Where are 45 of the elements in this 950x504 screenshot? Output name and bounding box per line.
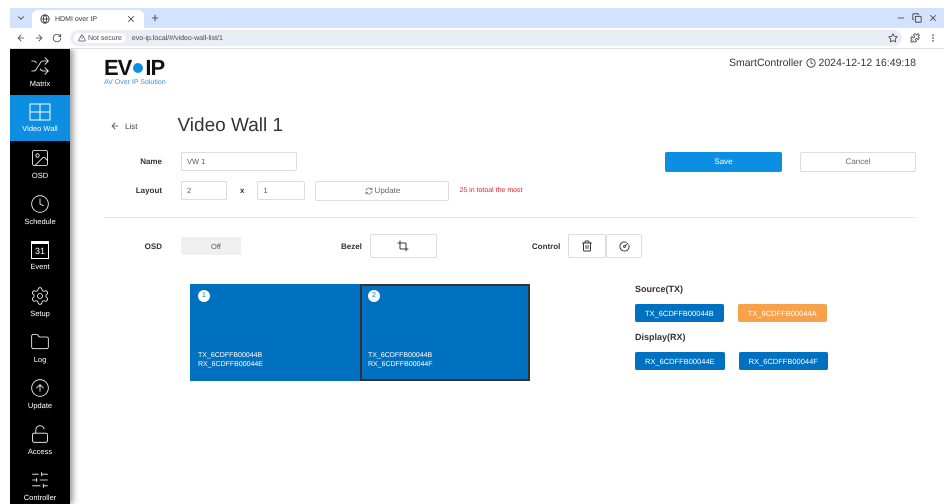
field-label: Name xyxy=(139,157,162,166)
shuffle-icon xyxy=(30,56,50,76)
datetime: 2024-12-12 16:49:18 xyxy=(818,57,916,69)
settings-icon xyxy=(30,286,50,306)
logo: EV IP xyxy=(104,57,164,79)
globe-icon xyxy=(40,14,50,24)
image-icon xyxy=(30,148,50,168)
times-sign: x xyxy=(240,186,244,195)
back-icon xyxy=(16,33,26,43)
section-title: Source(TX) xyxy=(635,284,684,294)
refresh-icon xyxy=(364,186,373,194)
close-icon xyxy=(126,14,136,24)
field-label: OSD xyxy=(144,242,162,250)
gauge-button[interactable] xyxy=(606,234,642,258)
clock-icon xyxy=(806,58,816,68)
puzzle-icon xyxy=(910,33,920,43)
star-icon xyxy=(888,33,898,43)
field-label: Control xyxy=(532,242,560,250)
crop-icon xyxy=(397,240,410,252)
grid-icon xyxy=(29,103,51,121)
warning-icon xyxy=(78,34,86,42)
trash-icon xyxy=(581,240,594,252)
field-label: Bezel xyxy=(341,242,362,250)
section-title: Display(RX) xyxy=(635,332,687,342)
sliders-icon xyxy=(30,470,50,490)
folder-icon xyxy=(30,332,50,352)
device-name: SmartController xyxy=(728,57,802,69)
page-title: Video Wall 1 xyxy=(177,115,284,137)
delete-button[interactable] xyxy=(568,234,606,258)
clock-icon xyxy=(30,194,50,214)
forward-icon xyxy=(34,33,44,43)
unlocked-padlock-icon xyxy=(30,424,50,444)
close-icon xyxy=(928,13,938,23)
arrow-up-circle-icon xyxy=(30,378,50,398)
back-link[interactable]: List xyxy=(110,121,138,131)
field-label: Layout xyxy=(134,186,162,195)
plus-icon xyxy=(150,13,160,23)
gauge-icon xyxy=(618,240,630,252)
cancel-button[interactable]: Cancel xyxy=(800,152,916,172)
reload-icon xyxy=(52,33,62,43)
restore-icon xyxy=(912,13,922,23)
calendar-icon: 31 xyxy=(31,241,49,259)
update-button[interactable]: Update xyxy=(315,180,450,200)
save-button[interactable]: Save xyxy=(665,152,782,172)
arrow-left-icon xyxy=(110,121,120,131)
